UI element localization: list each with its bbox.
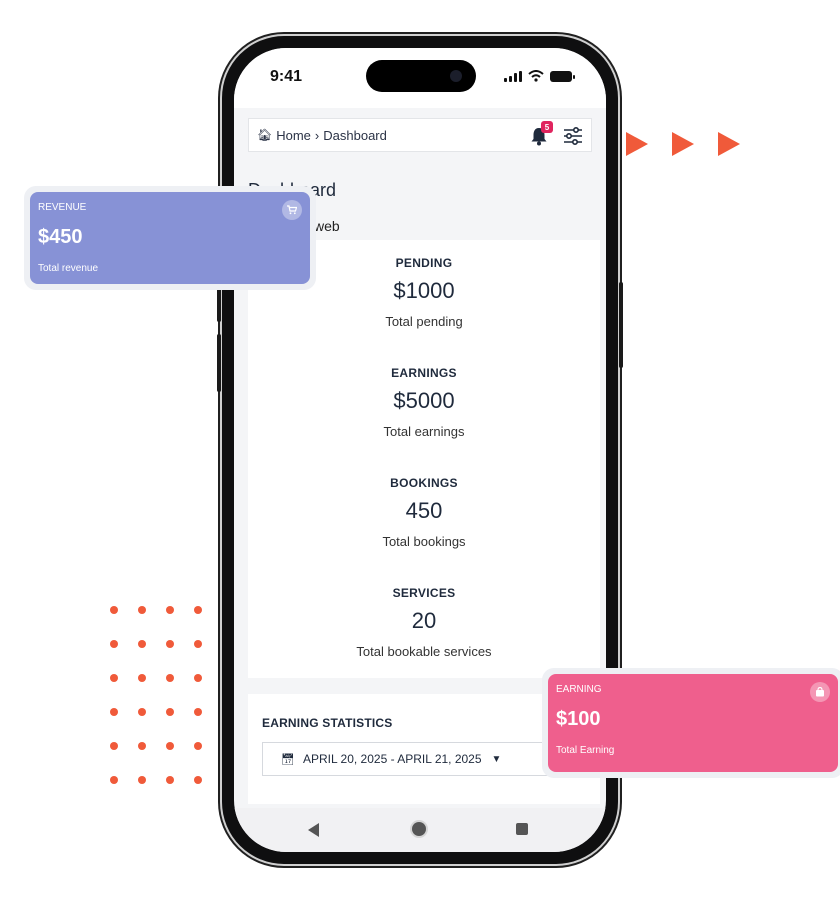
earning-label: EARNING [556,684,602,695]
breadcrumb-current: Dashboard [323,127,387,143]
cart-icon [282,200,302,220]
stat-desc: Total bookable services [356,644,492,659]
revenue-label: REVENUE [38,202,87,213]
breadcrumb-home-link[interactable]: Home [276,128,311,143]
breadcrumb: 🏠︎ Home › Dashboard 5 [248,118,592,152]
wifi-icon [528,70,544,82]
revenue-value: $450 [38,226,83,248]
stat-desc: Total bookings [382,534,466,549]
earning-card: EARNING $100 Total Earning [542,668,840,778]
stat-desc: Total earnings [383,424,465,439]
power-button [619,282,623,368]
filter-sliders-icon[interactable] [563,126,583,146]
stat-bookings: BOOKINGS 450 Total bookings [248,476,600,549]
status-bar: 9:41 [234,48,606,108]
earning-value: $100 [556,708,601,730]
chevron-down-icon: ▼ [491,753,502,765]
arrow-icon [718,132,740,156]
stat-desc: Total pending [385,314,463,329]
stats-card: PENDING $1000 Total pending EARNINGS $50… [248,240,600,678]
status-time: 9:41 [270,68,303,85]
stat-label: EARNINGS [391,366,457,380]
home-button[interactable] [412,822,426,836]
revenue-card: REVENUE $450 Total revenue [24,186,316,290]
breadcrumb-separator: › [314,127,320,143]
date-range-picker[interactable]: 📅︎ APRIL 20, 2025 - APRIL 21, 2025 ▼ [262,742,584,776]
stat-value: 20 [411,608,437,633]
back-button[interactable] [308,823,319,837]
stat-value: $5000 [393,388,455,413]
stat-earnings: EARNINGS $5000 Total earnings [248,366,600,439]
revenue-desc: Total revenue [38,263,99,274]
earning-desc: Total Earning [556,745,615,756]
recent-apps-button[interactable] [516,823,528,835]
camera-icon [450,70,462,82]
notification-badge: 5 [541,121,553,133]
calendar-icon: 📅︎ [281,753,295,766]
battery-icon [550,71,575,82]
date-range-value: APRIL 20, 2025 - APRIL 21, 2025 [302,752,482,766]
android-nav-bar [234,808,606,852]
home-icon[interactable]: 🏠︎ [257,128,272,142]
earning-statistics-title: EARNING STATISTICS [262,716,393,730]
decorative-dots [110,606,202,784]
volume-down-button [217,334,221,392]
stat-label: BOOKINGS [390,476,458,490]
signal-icon [504,71,522,82]
page-subtitle: web [314,218,340,234]
status-icons [504,70,575,82]
stat-label: SERVICES [392,586,456,600]
stat-value: 450 [405,498,443,523]
stat-services: SERVICES 20 Total bookable services [248,586,600,659]
bag-icon [810,682,830,702]
arrow-icon [626,132,648,156]
dynamic-island [366,60,476,92]
arrow-icon [672,132,694,156]
decorative-arrows [626,132,740,156]
